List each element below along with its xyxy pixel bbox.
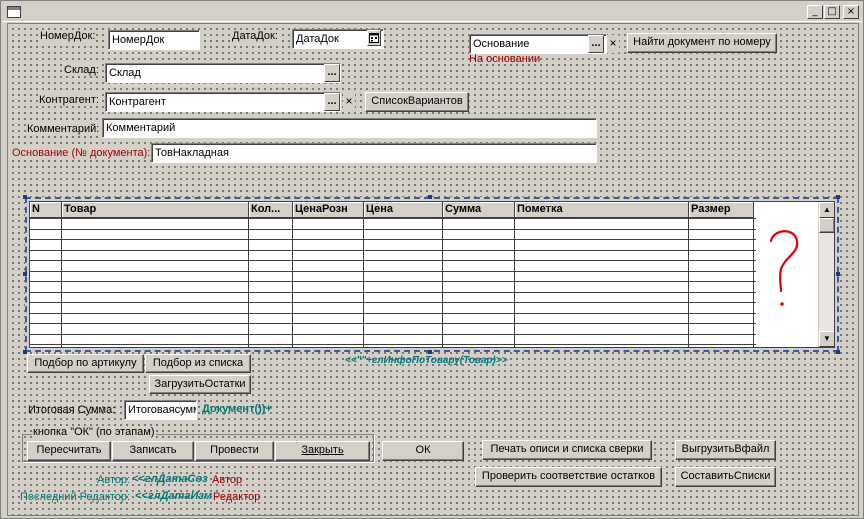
table-row-divider — [30, 334, 756, 335]
selection-handle[interactable] — [836, 195, 840, 199]
table-column-divider — [363, 218, 364, 347]
table-column-divider — [514, 218, 515, 347]
avtor-formula: <<глДатаСоз — [132, 473, 208, 485]
redaktor-formula: <<глДатаИзм — [135, 490, 213, 502]
sklad-select-button[interactable]: ... — [324, 64, 340, 82]
avtor-label: Автор: — [97, 474, 131, 486]
title-bar: _ □ × — [2, 2, 862, 22]
scroll-down-icon[interactable]: ▼ — [819, 331, 834, 347]
table-column-divider — [61, 218, 62, 347]
minimize-button[interactable]: _ — [807, 5, 823, 19]
table-row-divider — [30, 281, 756, 282]
column-header-cena[interactable]: Цена — [364, 202, 443, 218]
selection-handle[interactable] — [23, 272, 27, 276]
proverit-ostatki-button[interactable]: Проверить соответствие остатков — [475, 467, 662, 487]
column-header-summa[interactable]: Сумма — [443, 202, 515, 218]
column-header-n[interactable]: N — [30, 202, 62, 218]
zapisat-button[interactable]: Записать — [112, 441, 194, 461]
zakryt-button[interactable]: Закрыть — [275, 441, 370, 461]
na-osnovanii-label: На основании — [469, 53, 541, 65]
nomer-doc-label: НомерДок: — [39, 30, 97, 42]
table-column-divider — [442, 218, 443, 347]
comment-label: Комментарий: — [26, 123, 101, 135]
table-row-divider — [30, 271, 756, 272]
table-column-divider — [753, 218, 754, 347]
comment-field[interactable]: Комментарий — [102, 118, 597, 138]
table-row-divider — [30, 302, 756, 303]
itogo-summa-field[interactable]: Итоговаясумм — [124, 400, 197, 420]
kontragent-label: Контрагент: — [38, 94, 100, 106]
osnovanie-field[interactable]: Основание — [469, 34, 607, 54]
table-row-divider — [30, 250, 756, 251]
table-row-divider — [30, 323, 756, 324]
find-document-button[interactable]: Найти документ по номеру — [627, 33, 777, 53]
goods-table-body[interactable]: N Товар Кол... ЦенаРозн Цена Сумма Помет… — [29, 201, 835, 348]
designer-window: _ □ × НомерДок: НомерДок ДатаДок: ДатаДо… — [0, 0, 864, 519]
ok-stages-group-title: кнопка "ОК" (по этапам) — [32, 426, 156, 438]
table-vertical-scrollbar[interactable]: ▲ ▼ — [818, 202, 834, 347]
redaktor-label: Последний Редактор: — [20, 491, 131, 503]
selection-handle[interactable] — [428, 350, 432, 354]
osnovanie-nomer-label: Основание (№ документа): — [11, 147, 152, 159]
maximize-button[interactable]: □ — [824, 5, 840, 19]
ok-button[interactable]: ОК — [382, 441, 464, 461]
column-header-kol[interactable]: Кол... — [249, 202, 293, 218]
osnovanie-nomer-field[interactable]: ТовНакладная — [151, 143, 597, 163]
kontragent-field[interactable]: Контрагент — [105, 92, 341, 112]
spisok-variantov-button[interactable]: СписокВариантов — [365, 92, 469, 112]
annotation-question-mark — [769, 230, 799, 306]
calendar-icon[interactable] — [367, 30, 381, 46]
vygruzit-v-fail-button[interactable]: ВыгрузитьВфайл — [675, 440, 776, 460]
table-row-divider — [30, 218, 756, 219]
selection-handle[interactable] — [836, 272, 840, 276]
column-header-cena-rozn[interactable]: ЦенаРозн — [293, 202, 364, 218]
column-header-razmer[interactable]: Размер — [689, 202, 754, 218]
table-column-divider — [292, 218, 293, 347]
avtor-value: Автор — [212, 474, 243, 486]
table-row-divider — [30, 292, 756, 293]
table-info-formula: <<""+глИнфоПоТовару(Товар)>> — [345, 355, 508, 366]
close-button[interactable]: × — [843, 5, 859, 19]
provesti-button[interactable]: Провести — [195, 441, 274, 461]
form-canvas: НомерДок: НомерДок ДатаДок: ДатаДок Осно… — [7, 23, 859, 516]
nomer-doc-field[interactable]: НомерДок — [108, 30, 200, 50]
app-icon — [7, 6, 21, 18]
table-column-divider — [688, 218, 689, 347]
podbor-iz-spiska-button[interactable]: Подбор из списка — [145, 354, 251, 373]
table-column-divider — [248, 218, 249, 347]
data-doc-value: ДатаДок — [296, 33, 339, 45]
osnovanie-clear-icon[interactable]: × — [607, 35, 619, 53]
table-row-divider — [30, 313, 756, 314]
sostavit-spiski-button[interactable]: СоставитьСписки — [675, 467, 776, 487]
kontragent-select-button[interactable]: ... — [324, 93, 340, 111]
itogo-formula: Документ())+ — [202, 403, 272, 415]
pereschitat-button[interactable]: Пересчитать — [27, 441, 111, 461]
scroll-thumb[interactable] — [819, 218, 834, 233]
pechat-opisi-button[interactable]: Печать описи и списка сверки — [482, 440, 652, 460]
podbor-po-artikulu-button[interactable]: Подбор по артикулу — [27, 354, 144, 373]
column-header-tovar[interactable]: Товар — [62, 202, 249, 218]
sklad-label: Склад: — [63, 64, 100, 76]
kontragent-clear-icon[interactable]: × — [343, 93, 355, 111]
selection-handle[interactable] — [836, 350, 840, 354]
table-row-divider — [30, 344, 756, 345]
column-header-pometka[interactable]: Пометка — [515, 202, 689, 218]
zagruzit-ostatki-button[interactable]: ЗагрузитьОстатки — [149, 375, 251, 394]
goods-table[interactable]: N Товар Кол... ЦенаРозн Цена Сумма Помет… — [25, 197, 839, 352]
table-row-divider — [30, 239, 756, 240]
sklad-field[interactable]: Склад — [105, 63, 341, 83]
table-row-divider — [30, 229, 756, 230]
table-row-divider — [30, 260, 756, 261]
selection-handle[interactable] — [23, 195, 27, 199]
redaktor-value: Редактор — [213, 491, 261, 503]
selection-handle[interactable] — [428, 195, 432, 199]
itogo-summa-label: Итоговая Сумма: — [28, 404, 116, 416]
scroll-up-icon[interactable]: ▲ — [819, 202, 834, 218]
osnovanie-select-button[interactable]: ... — [588, 35, 604, 53]
data-doc-label: ДатаДок: — [231, 30, 279, 42]
